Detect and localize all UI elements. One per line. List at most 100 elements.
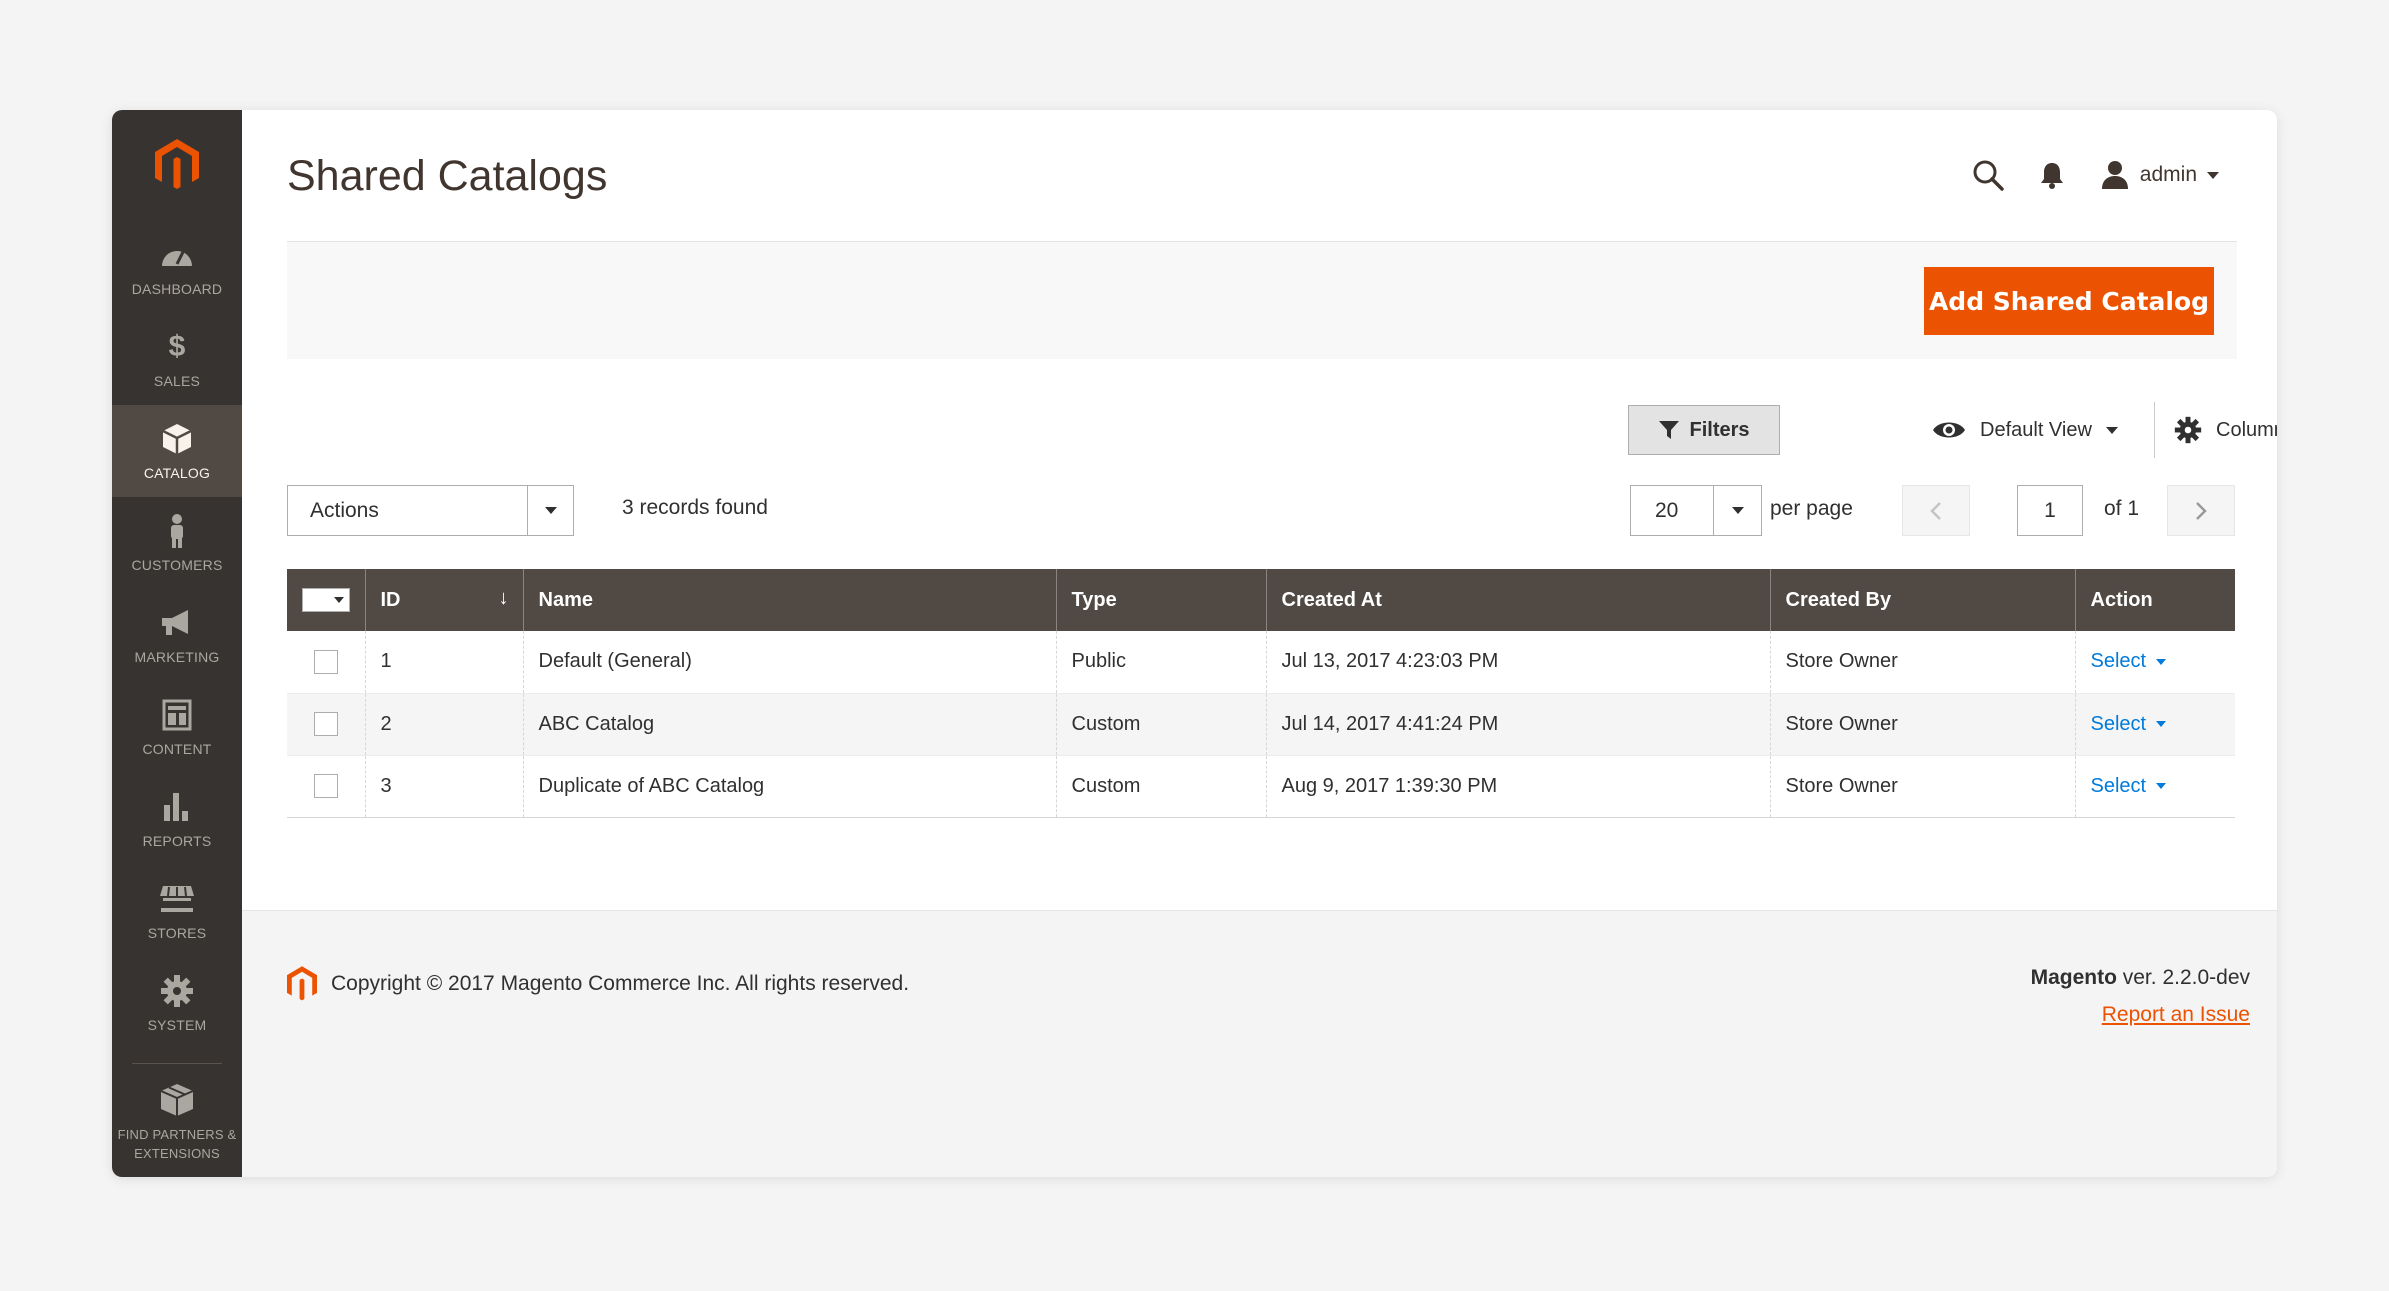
sidebar-item-reports[interactable]: Reports [112,773,242,865]
cell-type: Public [1055,631,1266,694]
cell-id: 3 [364,755,523,818]
column-header-type[interactable]: Type [1055,569,1266,631]
user-icon [2101,161,2128,189]
per-page-select[interactable]: 20 [1630,485,1762,536]
box-icon [158,420,196,458]
admin-window: Dashboard $ Sales Catalog Customers Mark… [112,110,2277,1177]
column-header-name[interactable]: Name [522,569,1056,631]
table-row: 2 ABC Catalog Custom Jul 14, 2017 4:41:2… [287,693,2235,756]
admin-user-menu[interactable]: admin [2100,160,2219,190]
mass-actions-label: Actions [310,498,379,522]
main-content: Shared Catalogs admin Add Shared Catalog… [242,110,2277,1177]
bell-icon[interactable] [2040,161,2064,189]
mass-select-header[interactable] [287,569,365,631]
cubes-icon [158,1081,196,1119]
admin-username: admin [2139,163,2197,186]
filters-label: Filters [1689,418,1750,441]
header-actions: admin [1972,150,2219,200]
footer-copyright: Copyright © 2017 Magento Commerce Inc. A… [287,966,909,1002]
chevron-down-icon [2156,783,2167,789]
cell-created-at: Jul 14, 2017 4:41:24 PM [1265,693,1770,756]
copyright-text: Copyright © 2017 Magento Commerce Inc. A… [331,972,910,995]
column-header-action: Action [2074,569,2235,631]
sort-arrow-icon: ↓ [498,587,509,609]
cell-name: Duplicate of ABC Catalog [522,755,1056,818]
footer-version: Magento ver. 2.2.0-dev Report an Issue [2031,966,2250,1027]
gear-icon [2174,416,2202,444]
row-checkbox[interactable] [313,712,338,736]
sidebar-item-system[interactable]: System [112,957,242,1049]
cell-created-at: Aug 9, 2017 1:39:30 PM [1265,755,1770,818]
person-icon [158,512,196,550]
default-view-dropdown[interactable]: Default View [1932,405,2118,455]
report-issue-link[interactable]: Report an Issue [2031,1003,2250,1027]
per-page-label: per page [1770,497,1853,520]
chevron-down-icon [527,486,573,535]
row-checkbox[interactable] [313,774,338,798]
page-footer: Copyright © 2017 Magento Commerce Inc. A… [242,910,2277,1177]
chevron-down-icon [2105,426,2118,434]
row-select-action[interactable]: Select [2091,650,2167,673]
row-select-action[interactable]: Select [2091,713,2167,736]
current-page-input[interactable] [2017,485,2083,536]
cell-name: Default (General) [522,631,1056,694]
cell-created-at: Jul 13, 2017 4:23:03 PM [1265,631,1770,694]
dashboard-icon [158,236,196,274]
storefront-icon [158,880,196,918]
eye-icon [1933,422,1965,438]
chevron-down-icon [2207,171,2219,179]
search-icon[interactable] [1972,159,2004,191]
sidebar-item-marketing[interactable]: Marketing [112,589,242,681]
row-select-action[interactable]: Select [2091,775,2167,798]
cell-name: ABC Catalog [522,693,1056,756]
cell-created-by: Store Owner [1769,631,2075,694]
column-header-created-at[interactable]: Created At [1265,569,1770,631]
cell-type: Custom [1055,693,1266,756]
chevron-down-icon [333,597,344,603]
row-checkbox[interactable] [313,649,338,674]
sidebar-item-stores[interactable]: Stores [112,865,242,957]
chevron-right-icon [2196,501,2207,520]
chevron-down-icon [1713,486,1761,535]
sidebar-divider [132,1063,222,1064]
sidebar: Dashboard $ Sales Catalog Customers Mark… [112,110,242,1177]
sidebar-item-find-partners[interactable]: Find Partners & Extensions [112,1070,242,1174]
sidebar-item-content[interactable]: Content [112,681,242,773]
mass-actions-select[interactable]: Actions [287,485,574,536]
grid-header-row: ID ↓ Name Type Created At Created By Acti… [287,569,2235,631]
previous-page-button[interactable] [1902,485,1970,536]
records-count: 3 records found [622,496,768,519]
sidebar-item-customers[interactable]: Customers [112,497,242,589]
column-header-created-by[interactable]: Created By [1769,569,2075,631]
table-row: 1 Default (General) Public Jul 13, 2017 … [287,631,2235,694]
layout-icon [158,696,196,734]
magento-logo[interactable] [112,110,242,220]
mass-select-checkbox[interactable] [301,588,350,612]
cell-created-by: Store Owner [1769,693,2075,756]
gear-icon [158,972,196,1010]
sidebar-item-sales[interactable]: $ Sales [112,313,242,405]
version-text: ver. 2.2.0-dev [2116,966,2250,989]
magento-logo-icon [287,966,317,1001]
columns-dropdown[interactable]: Columns [2174,405,2277,455]
column-header-id[interactable]: ID ↓ [364,569,523,631]
cell-type: Custom [1055,755,1266,818]
dollar-icon: $ [168,329,186,363]
cell-created-by: Store Owner [1769,755,2075,818]
brand-name: Magento [2030,966,2117,989]
sidebar-item-dashboard[interactable]: Dashboard [112,221,242,313]
columns-label: Columns [2216,418,2277,441]
toolbar-divider [2154,402,2155,458]
shared-catalogs-grid: ID ↓ Name Type Created At Created By Acti… [287,569,2235,818]
filters-button[interactable]: Filters [1628,405,1780,455]
bar-chart-icon [158,788,196,826]
chevron-down-icon [2156,658,2167,665]
add-shared-catalog-button[interactable]: Add Shared Catalog [1924,267,2214,335]
table-row: 3 Duplicate of ABC Catalog Custom Aug 9,… [287,755,2235,818]
chevron-down-icon [2156,721,2167,727]
cell-id: 1 [364,631,523,694]
sidebar-item-catalog[interactable]: Catalog [112,405,242,497]
page-actions-bar: Add Shared Catalog [287,241,2237,359]
default-view-label: Default View [1980,418,2092,441]
next-page-button[interactable] [2167,485,2235,536]
